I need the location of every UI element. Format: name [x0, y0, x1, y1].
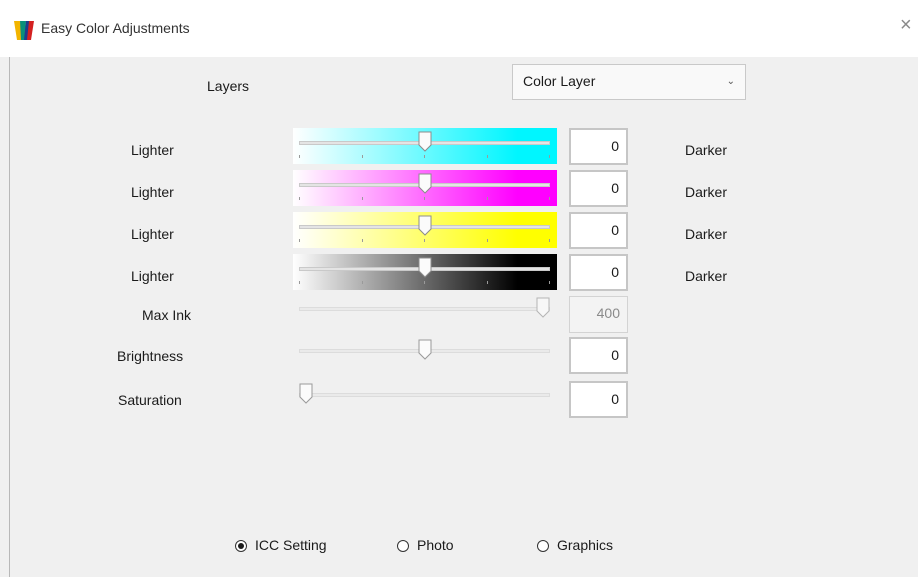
max-ink-label: Max Ink — [142, 307, 192, 323]
slider-thumb — [536, 297, 550, 318]
slider-thumb[interactable] — [418, 131, 432, 152]
slider-tick — [549, 281, 550, 284]
layers-selected-value: Color Layer — [523, 73, 596, 89]
chevron-down-icon: ⌄ — [726, 76, 735, 87]
slider-tick — [299, 155, 300, 158]
window-title: Easy Color Adjustments — [41, 20, 190, 36]
title-bar: Easy Color Adjustments × — [0, 0, 918, 57]
radio-graphics[interactable] — [537, 540, 549, 552]
slider-tick — [361, 197, 363, 200]
saturation-slider[interactable] — [293, 380, 557, 410]
saturation-value-field[interactable]: 0 — [569, 381, 628, 418]
radio-label-graphics[interactable]: Graphics — [557, 537, 613, 553]
color-value-field[interactable]: 0 — [569, 170, 628, 207]
lighter-label: Lighter — [131, 226, 174, 242]
darker-label: Darker — [685, 142, 728, 158]
color-slider[interactable] — [293, 128, 557, 164]
slider-tick — [299, 281, 300, 284]
lighter-label: Lighter — [131, 268, 174, 284]
darker-label: Darker — [685, 226, 728, 242]
color-value-field[interactable]: 0 — [569, 128, 628, 165]
slider-tick — [486, 155, 488, 158]
max-ink-value-field: 400 — [569, 296, 628, 333]
radio-label-icc-setting[interactable]: ICC Setting — [255, 537, 327, 553]
color-value-field[interactable]: 0 — [569, 254, 628, 291]
radio-label-photo[interactable]: Photo — [417, 537, 454, 553]
slider-tick — [486, 197, 488, 200]
slider-thumb[interactable] — [299, 383, 313, 404]
slider-tick — [424, 281, 425, 284]
brightness-label: Brightness — [117, 348, 184, 364]
slider-tick — [424, 239, 425, 242]
slider-thumb[interactable] — [418, 173, 432, 194]
slider-tick — [549, 155, 550, 158]
slider-thumb[interactable] — [418, 215, 432, 236]
max-ink-slider — [293, 294, 557, 324]
close-icon[interactable]: × — [900, 15, 912, 35]
saturation-label: Saturation — [118, 392, 182, 408]
lighter-label: Lighter — [131, 142, 174, 158]
lighter-label: Lighter — [131, 184, 174, 200]
slider-tick — [361, 239, 363, 242]
slider-tick — [486, 281, 488, 284]
slider-thumb[interactable] — [418, 339, 432, 360]
layers-label: Layers — [207, 78, 250, 94]
color-slider[interactable] — [293, 254, 557, 290]
slider-track — [299, 307, 550, 311]
darker-label: Darker — [685, 184, 728, 200]
brightness-slider[interactable] — [293, 336, 557, 366]
slider-tick — [424, 197, 425, 200]
radio-photo[interactable] — [397, 540, 409, 552]
color-value-field[interactable]: 0 — [569, 212, 628, 249]
slider-tick — [299, 239, 300, 242]
slider-tick — [549, 197, 550, 200]
window-left-border — [9, 57, 10, 577]
slider-thumb[interactable] — [418, 257, 432, 278]
slider-track — [299, 393, 550, 397]
slider-tick — [361, 281, 363, 284]
slider-tick — [486, 239, 488, 242]
app-logo-icon — [14, 21, 34, 40]
brightness-value-field[interactable]: 0 — [569, 337, 628, 374]
slider-tick — [299, 197, 300, 200]
color-slider[interactable] — [293, 170, 557, 206]
slider-tick — [549, 239, 550, 242]
darker-label: Darker — [685, 268, 728, 284]
slider-tick — [361, 155, 363, 158]
slider-tick — [424, 155, 425, 158]
radio-icc-setting[interactable] — [235, 540, 247, 552]
layers-dropdown[interactable]: Color Layer ⌄ — [512, 64, 746, 100]
color-slider[interactable] — [293, 212, 557, 248]
